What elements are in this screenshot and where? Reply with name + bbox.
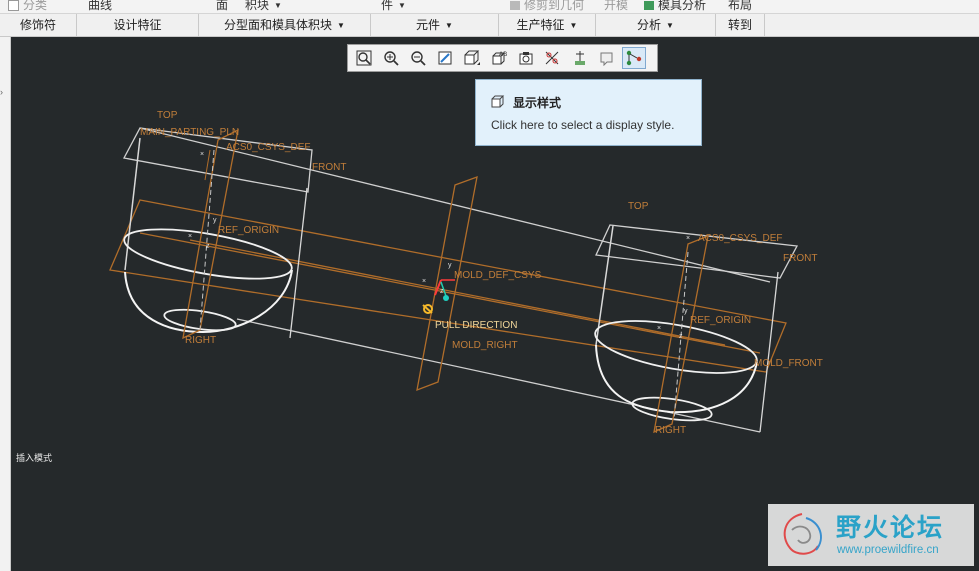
scene-label: REF_ORIGIN	[218, 225, 279, 236]
mold-analysis-icon	[644, 1, 654, 11]
svg-text:×: ×	[422, 278, 426, 285]
view-toolbar: AB	[347, 44, 658, 72]
group-analysis[interactable]: 分析 ▼	[596, 14, 716, 36]
trim-icon	[510, 1, 520, 11]
model-tree-collapsed-strip[interactable]: ›	[0, 37, 11, 571]
scene-label: FRONT	[783, 253, 817, 264]
scene-label: TOP	[628, 201, 649, 212]
scene-label: FRONT	[312, 162, 346, 173]
scene-label: REF_ORIGIN	[690, 315, 751, 326]
group-design-features[interactable]: 设计特征	[77, 14, 199, 36]
zoom-out-icon[interactable]	[406, 47, 430, 69]
flame-logo-icon	[783, 513, 822, 555]
chevron-down-icon: ▼	[569, 21, 578, 30]
group-goto[interactable]: 转到	[716, 14, 765, 36]
saved-views-icon[interactable]: AB	[487, 47, 511, 69]
svg-text:y: y	[448, 262, 452, 269]
tooltip-body: Click here to select a display style.	[491, 118, 675, 132]
scene-label: ACS0_CSYS_DEF	[226, 142, 310, 153]
collapse-arrow-icon[interactable]: ›	[0, 87, 3, 97]
scene-label: TOP	[157, 110, 178, 121]
ribbon-top-item[interactable]: 布局	[728, 0, 752, 13]
scene-label: PULL DIRECTION	[435, 320, 517, 331]
annotation-display-icon[interactable]	[595, 47, 619, 69]
tooltip-title: 显示样式	[513, 96, 562, 110]
repaint-icon[interactable]	[433, 47, 457, 69]
chevron-down-icon: ▼	[666, 21, 674, 30]
ribbon-top-item[interactable]: 件 ▼	[381, 0, 406, 13]
ribbon-group-bar: 修饰符 设计特征 分型面和模具体积块 ▼ 元件 ▼ 生产特征 ▼ 分析 ▼ 转到	[0, 14, 979, 37]
watermark-title: 野火论坛	[836, 514, 945, 542]
svg-text:×: ×	[200, 151, 204, 158]
chevron-down-icon: ▼	[337, 21, 345, 30]
ribbon-top-item[interactable]: 曲线	[88, 0, 112, 13]
group-components[interactable]: 元件 ▼	[371, 14, 499, 36]
svg-text:y: y	[213, 217, 217, 224]
model-tree-icon[interactable]	[622, 47, 646, 69]
scene-label: MOLD_FRONT	[754, 358, 823, 369]
left-cup-bottom	[124, 269, 293, 334]
scene-label: MOLD_RIGHT	[452, 340, 518, 351]
status-message: 插入模式	[16, 453, 53, 463]
csys-origin-icon	[443, 295, 449, 301]
watermark-url: www.proewildfire.cn	[837, 544, 939, 556]
left-part	[123, 127, 313, 340]
ribbon-top-item[interactable]: 模具分析	[644, 0, 706, 13]
watermark: 野火论坛 www.proewildfire.cn	[768, 504, 974, 566]
ribbon-top-item[interactable]: 开模	[604, 0, 628, 13]
scene-label: ACS0_CSYS_DEF	[698, 233, 782, 244]
svg-text:z: z	[206, 243, 210, 250]
cube-icon	[491, 95, 505, 108]
scene-label: RIGHT	[185, 335, 216, 346]
chevron-down-icon: ▼	[445, 21, 453, 30]
scene-label: MAIN_PARTING_PLN	[140, 127, 239, 138]
datum-display-icon[interactable]	[541, 47, 565, 69]
group-production-features[interactable]: 生产特征 ▼	[499, 14, 596, 36]
axis-markers: × y × z y × z × y × z	[188, 151, 690, 340]
svg-text:×: ×	[657, 325, 661, 332]
svg-text:×: ×	[188, 233, 192, 240]
view-manager-icon[interactable]	[514, 47, 538, 69]
svg-text:y: y	[684, 308, 688, 315]
tooltip-display-style: 显示样式 Click here to select a display styl…	[475, 79, 702, 146]
zoom-in-icon[interactable]	[379, 47, 403, 69]
right-part	[594, 224, 799, 434]
group-parting-surface[interactable]: 分型面和模具体积块 ▼	[199, 14, 371, 36]
spin-center-icon[interactable]	[568, 47, 592, 69]
svg-text:z: z	[679, 333, 683, 340]
ribbon-top-item[interactable]: 分类	[8, 0, 47, 13]
group-modifiers[interactable]: 修饰符	[0, 14, 77, 36]
ribbon-top-item[interactable]: 积块 ▼	[245, 0, 282, 13]
svg-text:z: z	[440, 288, 444, 295]
zoom-fit-icon[interactable]	[352, 47, 376, 69]
ribbon-top-row: 分类 曲线 面 积块 ▼ 件 ▼ 修剪到几何 开模 模具分析 布局	[0, 0, 979, 14]
svg-text:AB: AB	[499, 51, 507, 58]
scene-label: MOLD_DEF_CSYS	[454, 270, 542, 281]
checkbox-icon	[8, 0, 19, 12]
scene-label: RIGHT	[655, 425, 686, 436]
chevron-down-icon: ▼	[398, 1, 406, 10]
ribbon-top-item[interactable]: 修剪到几何	[510, 0, 584, 13]
display-style-icon[interactable]	[460, 47, 484, 69]
svg-text:×: ×	[686, 235, 690, 242]
ribbon-top-item[interactable]: 面	[216, 0, 228, 13]
chevron-down-icon: ▼	[274, 1, 282, 10]
